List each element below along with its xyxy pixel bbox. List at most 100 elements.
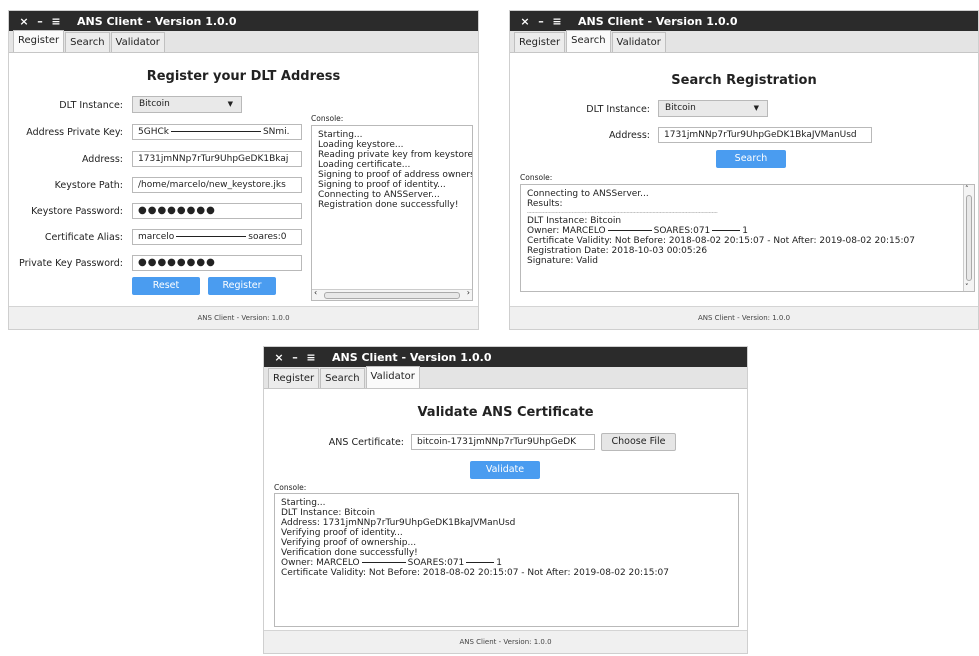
console-line: Verifying proof of identity... bbox=[281, 528, 403, 538]
console-output[interactable]: Connecting to ANSServer... Results: -----… bbox=[520, 184, 975, 292]
console-line: Connecting to ANSServer... bbox=[318, 190, 440, 200]
private-key-password-field[interactable]: ●●●●●●●● bbox=[132, 255, 302, 271]
owner-end: 1 bbox=[496, 558, 503, 568]
console-owner-line: Owner: MARCELO SOARES:071 1 bbox=[281, 558, 732, 568]
dlt-instance-label: DLT Instance: bbox=[59, 100, 123, 111]
dlt-instance-value: Bitcoin bbox=[139, 99, 170, 109]
dlt-instance-value: Bitcoin bbox=[665, 103, 696, 113]
reset-button[interactable]: Reset bbox=[132, 277, 200, 295]
address-field[interactable]: 1731jmNNp7rTur9UhpGeDK1BkaJVManUsd bbox=[658, 127, 872, 143]
dlt-instance-select[interactable]: Bitcoin ▼ bbox=[658, 100, 768, 117]
validator-content: Validate ANS Certificate ANS Certificate… bbox=[264, 389, 747, 631]
horizontal-scrollbar[interactable]: ‹ › bbox=[312, 288, 472, 300]
minimize-icon[interactable]: – bbox=[33, 15, 47, 28]
chevron-up-icon[interactable]: ˄ bbox=[965, 185, 969, 194]
console-line: Signing to proof of address owners bbox=[318, 170, 473, 180]
redaction-line bbox=[607, 230, 652, 231]
console-output[interactable]: Starting... Loading keystore... Reading pr… bbox=[311, 125, 473, 301]
console-line: Certificate Validity: Not Before: 2018-0… bbox=[281, 568, 669, 578]
choose-file-button[interactable]: Choose File bbox=[601, 433, 676, 451]
console-label: Console: bbox=[311, 114, 344, 123]
console-lines: Starting... DLT Instance: Bitcoin Address:… bbox=[281, 498, 732, 558]
tab-register[interactable]: Register bbox=[514, 32, 566, 52]
address-field[interactable]: 1731jmNNp7rTur9UhpGeDK1Bkaj bbox=[132, 151, 302, 167]
owner-prefix: Owner: MARCELO bbox=[281, 558, 360, 568]
cert-alias-field[interactable]: marcelo soares:0 bbox=[132, 229, 302, 245]
redaction-line bbox=[176, 236, 247, 237]
console-line: Starting... bbox=[281, 498, 326, 508]
chevron-left-icon[interactable]: ‹ bbox=[314, 288, 317, 298]
chevron-down-icon[interactable]: ˅ bbox=[965, 282, 969, 291]
owner-mid: SOARES:071 bbox=[653, 226, 711, 236]
menu-icon[interactable]: ≡ bbox=[550, 15, 564, 28]
menu-icon[interactable]: ≡ bbox=[49, 15, 63, 28]
owner-end: 1 bbox=[742, 226, 749, 236]
console-line: Registration done successfully! bbox=[318, 200, 459, 210]
page-title: Validate ANS Certificate bbox=[417, 405, 594, 420]
chevron-right-icon[interactable]: › bbox=[467, 288, 470, 298]
vertical-scrollbar[interactable]: ˄ ˅ bbox=[963, 185, 974, 291]
window-title: ANS Client - Version 1.0.0 bbox=[332, 350, 492, 364]
tab-register[interactable]: Register bbox=[268, 368, 320, 388]
keystore-password-label: Keystore Password: bbox=[31, 206, 123, 217]
console-line: Certificate Validity: Not Before: 2018-0… bbox=[527, 236, 915, 246]
menu-icon[interactable]: ≡ bbox=[304, 351, 318, 364]
chevron-down-icon: ▼ bbox=[753, 104, 759, 112]
console-line: Verification done successfully! bbox=[281, 548, 418, 558]
validate-button[interactable]: Validate bbox=[470, 461, 540, 479]
console-line: DLT Instance: Bitcoin bbox=[281, 508, 376, 518]
tab-register[interactable]: Register bbox=[13, 30, 65, 52]
ans-certificate-label: ANS Certificate: bbox=[328, 437, 404, 448]
ans-certificate-field[interactable]: bitcoin-1731jmNNp7rTur9UhpGeDK bbox=[411, 434, 595, 450]
console-output[interactable]: Starting... DLT Instance: Bitcoin Address:… bbox=[274, 493, 739, 627]
minimize-icon[interactable]: – bbox=[534, 15, 548, 28]
console-line: Signing to proof of identity... bbox=[318, 180, 446, 190]
dlt-instance-label: DLT Instance: bbox=[586, 104, 650, 115]
footer: ANS Client - Version: 1.0.0 bbox=[510, 306, 978, 329]
owner-mid: SOARES:071 bbox=[407, 558, 465, 568]
register-button[interactable]: Register bbox=[208, 277, 276, 295]
tab-search[interactable]: Search bbox=[566, 30, 611, 52]
redaction-line bbox=[361, 562, 406, 563]
cert-alias-start: marcelo bbox=[138, 232, 175, 242]
tab-validator[interactable]: Validator bbox=[110, 32, 165, 52]
console-line: Address: 1731jmNNp7rTur9UhpGeDK1BkaJVMan… bbox=[281, 518, 516, 528]
tab-search[interactable]: Search bbox=[320, 368, 365, 388]
cert-alias-end: soares:0 bbox=[248, 232, 287, 242]
title-bar: × – ≡ ANS Client - Version 1.0.0 bbox=[264, 347, 747, 367]
owner-prefix: Owner: MARCELO bbox=[527, 226, 606, 236]
close-icon[interactable]: × bbox=[272, 351, 286, 364]
keystore-path-field[interactable]: /home/marcelo/new_keystore.jks bbox=[132, 177, 302, 193]
cert-alias-label: Certificate Alias: bbox=[44, 232, 123, 243]
close-icon[interactable]: × bbox=[518, 15, 532, 28]
console-line: Starting... bbox=[318, 130, 363, 140]
scrollbar-thumb[interactable] bbox=[966, 195, 972, 281]
address-label: Address: bbox=[608, 130, 650, 141]
tab-bar: Register Search Validator bbox=[9, 30, 478, 53]
redaction-line bbox=[170, 131, 261, 132]
search-button[interactable]: Search bbox=[716, 150, 786, 168]
console-line: Registration Date: 2018-10-03 00:05:26 bbox=[527, 246, 708, 256]
tab-validator[interactable]: Validator bbox=[611, 32, 666, 52]
console-lines: Certificate Validity: Not Before: 2018-0… bbox=[527, 236, 968, 266]
console-lines: Starting... Loading keystore... Reading pr… bbox=[318, 130, 473, 210]
scrollbar-thumb[interactable] bbox=[324, 292, 460, 299]
title-bar: × – ≡ ANS Client - Version 1.0.0 bbox=[9, 11, 478, 31]
keystore-password-field[interactable]: ●●●●●●●● bbox=[132, 203, 302, 219]
page-title: Search Registration bbox=[671, 73, 817, 88]
private-key-start: 5GHCk bbox=[138, 127, 169, 137]
console-line: Loading keystore... bbox=[318, 140, 404, 150]
tab-validator[interactable]: Validator bbox=[365, 366, 420, 388]
console-label: Console: bbox=[520, 173, 553, 182]
close-icon[interactable]: × bbox=[17, 15, 31, 28]
tab-bar: Register Search Validator bbox=[264, 366, 747, 389]
console-line: Verifying proof of ownership... bbox=[281, 538, 417, 548]
dlt-instance-select[interactable]: Bitcoin ▼ bbox=[132, 96, 242, 113]
tab-search[interactable]: Search bbox=[65, 32, 110, 52]
console-line: Connecting to ANSServer... bbox=[527, 189, 649, 199]
private-key-field[interactable]: 5GHCk SNmi. bbox=[132, 124, 302, 140]
title-bar: × – ≡ ANS Client - Version 1.0.0 bbox=[510, 11, 978, 31]
minimize-icon[interactable]: – bbox=[288, 351, 302, 364]
redaction-line bbox=[466, 562, 495, 563]
console-owner-line: Owner: MARCELO SOARES:071 1 bbox=[527, 226, 968, 236]
